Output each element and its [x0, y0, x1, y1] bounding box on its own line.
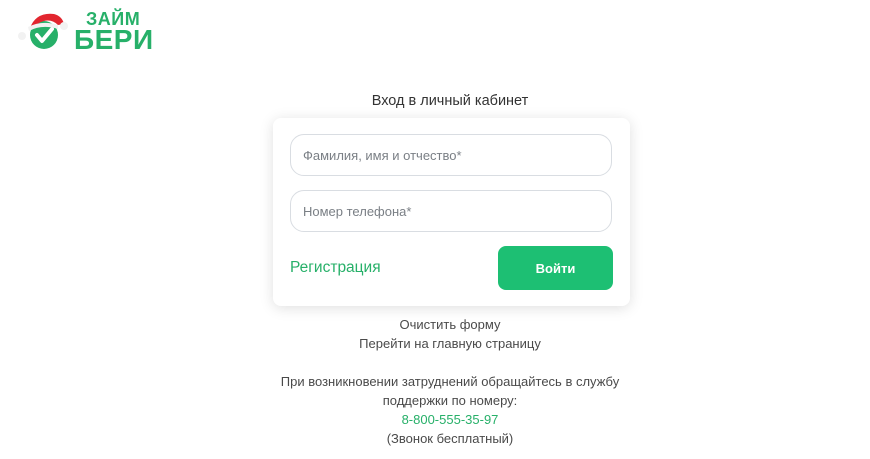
- page-title: Вход в личный кабинет: [371, 93, 529, 109]
- logo[interactable]: ЗАЙМ БЕРИ: [14, 6, 153, 54]
- santa-hat-checkmark-icon: [18, 13, 68, 49]
- support-text-line1: При возникновении затруднений обращайтес…: [280, 374, 620, 389]
- home-page-link[interactable]: Перейти на главную страницу: [0, 334, 870, 353]
- logo-text: ЗАЙМ БЕРИ: [74, 10, 154, 54]
- login-page: ЗАЙМ БЕРИ Вход в личный кабинет Регистра…: [0, 0, 870, 459]
- support-note: (Звонок бесплатный): [386, 431, 514, 446]
- full-name-input[interactable]: [290, 134, 612, 176]
- phone-input[interactable]: [290, 190, 612, 232]
- clear-form-link[interactable]: Очистить форму: [0, 315, 870, 334]
- support-info: При возникновении затруднений обращайтес…: [0, 372, 870, 448]
- login-button[interactable]: Войти: [498, 246, 613, 290]
- support-text-line2: поддержки по номеру:: [382, 393, 518, 408]
- support-phone-link[interactable]: 8-800-555-35-97: [0, 410, 870, 429]
- secondary-links: Очистить форму Перейти на главную страни…: [0, 315, 870, 353]
- register-link[interactable]: Регистрация: [290, 259, 381, 277]
- login-card: Регистрация Войти: [273, 118, 630, 306]
- logo-line2: БЕРИ: [74, 24, 154, 55]
